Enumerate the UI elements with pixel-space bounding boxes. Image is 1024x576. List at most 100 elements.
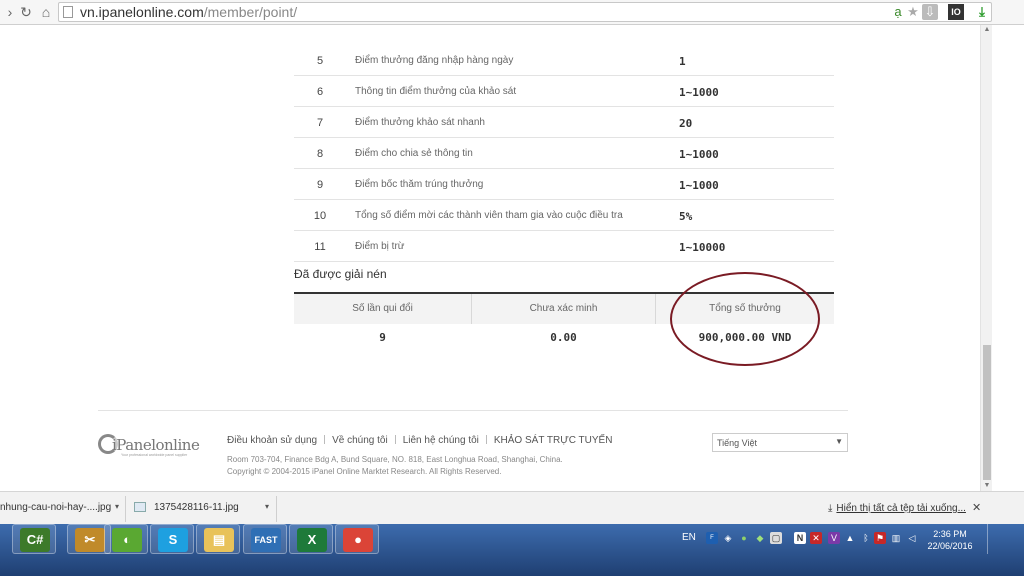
download-item-2-menu[interactable]: ▾ [262, 496, 274, 520]
table-row: 11 Điểm bị trừ 1~10000 [294, 231, 834, 262]
download-filename: 1375428116-11.jpg [154, 502, 239, 513]
row-description: Điểm thưởng khảo sát nhanh [355, 117, 485, 128]
taskbar-app-tune[interactable]: ◐ [104, 524, 148, 554]
caret-down-icon: ▾ [115, 502, 120, 511]
shield-icon[interactable]: ◈ [722, 532, 734, 544]
table-row: 9 Điểm bốc thăm trúng thưởng 1~1000 [294, 169, 834, 200]
window-edge [992, 25, 1024, 491]
footer-copyright: Copyright © 2004-2015 iPanel Online Mark… [227, 467, 502, 476]
row-points: 1~1000 [679, 179, 719, 192]
show-all-label: Hiển thị tất cả tệp tải xuống... [836, 503, 966, 514]
taskbar-app-fast[interactable]: FAST [243, 524, 287, 554]
download-item-2[interactable]: 1375428116-11.jpg [152, 496, 260, 520]
address-bar[interactable]: vn.ipanelonline.com/member/point/ [58, 2, 992, 22]
highlight-circle-annotation [670, 272, 820, 366]
reload-icon[interactable]: ↻ [18, 4, 34, 20]
row-description: Điểm bốc thăm trúng thưởng [355, 179, 484, 190]
row-number: 8 [316, 148, 324, 160]
row-number: 7 [316, 117, 324, 129]
extension-io-icon[interactable]: IO [948, 4, 964, 20]
row-description: Điểm cho chia sẻ thông tin [355, 148, 473, 159]
language-indicator[interactable]: EN [682, 532, 696, 543]
row-number: 11 [314, 241, 326, 253]
url-text[interactable]: vn.ipanelonline.com/member/point/ [80, 4, 297, 20]
network-icon[interactable]: ▥ [890, 532, 902, 544]
taskbar-app-explorer[interactable]: ▤ [196, 524, 240, 554]
leaf-icon[interactable]: ◆ [754, 532, 766, 544]
row-description: Thông tin điểm thưởng của khảo sát [355, 86, 517, 97]
status-icon[interactable]: ● [738, 532, 750, 544]
clock-time: 2:36 PM [933, 529, 967, 539]
close-icon[interactable]: ✕ [972, 501, 981, 514]
window-tray-icon[interactable]: ▢ [770, 532, 782, 544]
show-desktop-button[interactable] [987, 524, 993, 554]
taskbar-app-excel[interactable]: X [289, 524, 333, 554]
download-item-1-menu[interactable]: ▾ [112, 496, 124, 520]
csharp-icon: C# [20, 528, 50, 552]
excel-icon: X [297, 528, 327, 552]
row-number: 9 [316, 179, 324, 191]
system-clock[interactable]: 2:36 PM 22/06/2016 [922, 528, 978, 552]
caret-down-icon: ▾ [265, 502, 270, 511]
chrome-icon: ● [343, 528, 373, 552]
ipanelonline-logo[interactable]: iPanelonline Your professional worldwide… [98, 432, 200, 458]
star-icon[interactable]: ★ [905, 4, 921, 20]
skype-icon: S [158, 528, 188, 552]
taskbar-app-chrome[interactable]: ● [335, 524, 379, 554]
flag-icon[interactable]: ⚑ [874, 532, 886, 544]
bluetooth-icon[interactable]: ᛒ [860, 532, 872, 544]
logo-tagline: Your professional worldwide panel suppli… [121, 453, 188, 457]
summary-title: Đã được giải nén [294, 267, 387, 281]
footer-link-survey[interactable]: KHẢO SÁT TRỰC TUYẾN [494, 435, 613, 446]
downloads-bar: nhung-cau-noi-hay-....jpg ▾ 1375428116-1… [0, 491, 1024, 524]
row-number: 10 [313, 210, 327, 222]
explorer-icon: ▤ [204, 528, 234, 552]
vpn-icon[interactable]: V [828, 532, 840, 544]
onenote-icon[interactable]: N [794, 532, 806, 544]
url-path: /member/point/ [203, 4, 298, 20]
show-all-downloads-link[interactable]: ⤓ Hiển thị tất cả tệp tải xuống... [828, 503, 966, 514]
page-icon [63, 6, 73, 18]
page-scrollbar[interactable]: ▲ ▼ [980, 25, 992, 491]
footer-link-terms[interactable]: Điều khoản sử dụng [227, 435, 317, 446]
footer-address: Room 703-704, Finance Bdg A, Bund Square… [227, 455, 563, 464]
row-description: Điểm thưởng đăng nhập hàng ngày [355, 55, 514, 66]
summary-header-unverified: Chưa xác minh [529, 303, 598, 314]
image-file-icon [134, 502, 146, 512]
scroll-thumb[interactable] [983, 345, 991, 480]
summary-value-exchanges: 9 [379, 331, 386, 344]
chevron-down-icon: ▼ [835, 437, 843, 446]
row-description: Điểm bị trừ [355, 241, 405, 252]
language-select[interactable]: Tiếng Việt ▼ [712, 433, 848, 452]
summary-header-exchanges: Số lần qui đổi [352, 303, 413, 314]
row-number: 6 [316, 86, 324, 98]
download-item-1[interactable]: nhung-cau-noi-hay-....jpg [0, 496, 112, 520]
points-table: 5 Điểm thưởng đăng nhập hàng ngày 1 6 Thông … [294, 45, 834, 262]
table-row: 7 Điểm thưởng khảo sát nhanh 20 [294, 107, 834, 138]
taskbar-app-csharp[interactable]: C# [12, 524, 56, 554]
save-download-icon[interactable]: ⤓ [974, 4, 990, 20]
table-row: 6 Thông tin điểm thưởng của khảo sát 1~100… [294, 76, 834, 107]
arrow-up-icon[interactable]: ▲ [844, 532, 856, 544]
row-points: 20 [679, 117, 693, 130]
forward-icon[interactable]: › [2, 4, 18, 20]
footer-link-about[interactable]: Về chúng tôi [332, 435, 388, 446]
table-row: 10 Tổng số điểm mời các thành viên tham g… [294, 200, 834, 231]
tune-icon: ◐ [112, 528, 142, 552]
row-points: 1~1000 [679, 148, 719, 161]
row-points: 1 [679, 55, 686, 68]
logo-name: iPanelonline [112, 436, 200, 454]
pdf-icon[interactable]: ✕ [810, 532, 822, 544]
footer-link-contact[interactable]: Liên hệ chúng tôi [403, 435, 479, 446]
row-description: Tổng số điểm mời các thành viên tham gia… [355, 210, 623, 221]
windows-taskbar: C# ✂ ◐ S ▤ FAST X ● EN F ◈ ● ◆ ▢ N ✕ V ▲ ᛒ ⚑ ▥ … [0, 524, 1024, 576]
home-icon[interactable]: ⌂ [38, 4, 54, 20]
url-host: vn.ipanelonline.com [80, 4, 204, 20]
volume-icon[interactable]: ◁ [906, 532, 918, 544]
row-points: 1~1000 [679, 86, 719, 99]
fast-tray-icon[interactable]: F [706, 532, 718, 544]
language-value: Tiếng Việt [717, 438, 758, 448]
translate-icon[interactable]: ạ [890, 4, 906, 20]
taskbar-app-skype[interactable]: S [150, 524, 194, 554]
download-arrow-icon[interactable]: ⇩ [922, 4, 938, 20]
